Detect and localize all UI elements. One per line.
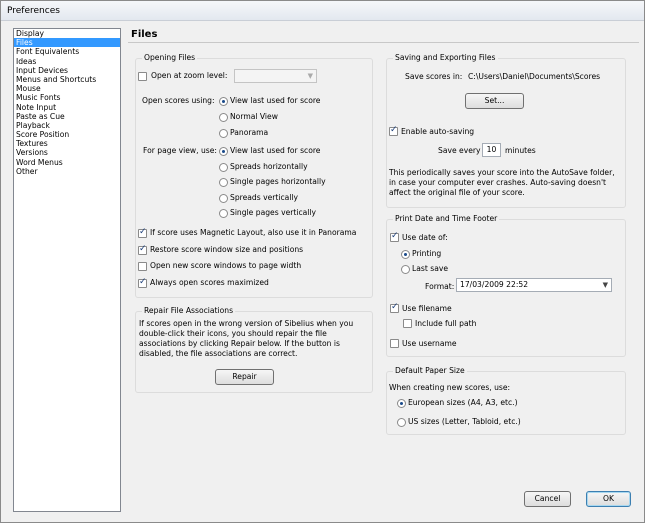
dropdown-arrow-icon: ▼ <box>307 72 313 80</box>
dropdown-arrow-icon: ▼ <box>602 281 608 289</box>
date-option-radio[interactable] <box>401 250 410 259</box>
repair-legend: Repair File Associations <box>142 306 236 315</box>
minutes-label: minutes <box>505 146 536 155</box>
page-view-option-label: Single pages vertically <box>230 208 317 217</box>
sidebar-item[interactable]: Music Fonts <box>14 93 120 102</box>
sidebar-item[interactable]: Versions <box>14 148 120 157</box>
opening-files-legend: Opening Files <box>142 53 198 62</box>
open-scores-option-label: Panorama <box>230 128 269 137</box>
sidebar-item[interactable]: Ideas <box>14 57 120 66</box>
opening-option-checkbox[interactable] <box>138 262 147 271</box>
use-date-label: Use date of: <box>402 233 448 242</box>
opening-option-label: Restore score window size and positions <box>150 244 304 254</box>
paper-size-option-label: European sizes (A4, A3, etc.) <box>408 398 518 407</box>
zoom-level-dropdown[interactable]: ▼ <box>234 69 317 83</box>
window-title: Preferences <box>7 6 60 16</box>
save-every-label: Save every <box>438 146 481 155</box>
sidebar-item[interactable]: Word Menus <box>14 158 120 167</box>
save-path-text: C:\Users\Daniel\Documents\Scores <box>468 72 601 81</box>
open-scores-option-radio[interactable] <box>219 97 228 106</box>
preferences-window: Preferences Display Files Font Equivalents… <box>0 0 645 523</box>
opening-option-checkbox[interactable] <box>138 277 147 288</box>
sidebar-item[interactable]: Score Position <box>14 130 120 139</box>
opening-option-checkbox[interactable] <box>138 244 147 255</box>
paper-size-prompt: When creating new scores, use: <box>389 383 511 392</box>
page-view-option-label: Single pages horizontally <box>230 177 326 186</box>
opening-option-label: Always open scores maximized <box>150 277 269 287</box>
opening-option-label: If score uses Magnetic Layout, also use … <box>150 228 357 237</box>
open-scores-using-label: Open scores using: <box>142 96 215 105</box>
use-username-label: Use username <box>402 339 457 348</box>
sidebar-item[interactable]: Input Devices <box>14 66 120 75</box>
opening-option-label: Open new score windows to page width <box>150 261 302 270</box>
page-view-option-radio[interactable] <box>219 193 228 203</box>
save-scores-label: Save scores in: <box>405 72 463 81</box>
open-at-zoom-label: Open at zoom level: <box>151 71 228 80</box>
paper-size-option-radio[interactable] <box>397 418 406 427</box>
page-view-option-label: Spreads horizontally <box>230 161 308 171</box>
paper-size-option-radio[interactable] <box>397 399 406 408</box>
date-option-radio[interactable] <box>401 265 410 274</box>
page-view-option-radio[interactable] <box>219 178 228 187</box>
page-view-label: For page view, use: <box>143 146 217 155</box>
use-date-checkbox[interactable] <box>390 231 399 242</box>
use-filename-checkbox[interactable] <box>390 302 399 313</box>
open-scores-option-label: View last used for score <box>230 96 321 105</box>
open-scores-option-radio[interactable] <box>219 113 228 122</box>
include-full-path-label: Include full path <box>415 319 477 328</box>
use-username-checkbox[interactable] <box>390 339 399 348</box>
print-footer-legend: Print Date and Time Footer <box>393 214 500 223</box>
date-format-value: 17/03/2009 22:52 <box>460 280 529 289</box>
date-format-dropdown[interactable]: 17/03/2009 22:52 ▼ <box>456 278 612 292</box>
title-bar[interactable]: Preferences <box>1 1 644 21</box>
opening-option-checkbox[interactable] <box>138 227 147 238</box>
sidebar-item[interactable]: Display <box>14 29 120 38</box>
heading-divider <box>128 42 639 43</box>
repair-button[interactable]: Repair <box>215 369 274 385</box>
sidebar-item[interactable]: Font Equivalents <box>14 47 120 56</box>
use-filename-label: Use filename <box>402 304 452 313</box>
sidebar-item[interactable]: Files <box>14 38 120 48</box>
set-button[interactable]: Set... <box>465 93 524 109</box>
page-view-option-radio[interactable] <box>219 147 228 156</box>
ok-button[interactable]: OK <box>586 491 631 507</box>
sidebar-item[interactable]: Mouse <box>14 84 120 93</box>
cancel-button[interactable]: Cancel <box>524 491 571 507</box>
category-list[interactable]: Display Files Font Equivalents Ideas Input D… <box>13 28 121 512</box>
paper-size-legend: Default Paper Size <box>393 366 467 375</box>
page-view-option-radio[interactable] <box>219 209 228 218</box>
page-view-option-radio[interactable] <box>219 162 228 172</box>
enable-auto-saving-checkbox[interactable] <box>389 125 398 136</box>
open-scores-option-radio[interactable] <box>219 129 228 138</box>
format-label: Format: <box>425 282 455 291</box>
sidebar-item[interactable]: Playback <box>14 121 120 130</box>
save-every-input[interactable]: 10 <box>482 143 501 157</box>
saving-legend: Saving and Exporting Files <box>393 53 498 62</box>
open-scores-option-label: Normal View <box>230 112 278 121</box>
date-option-label: Printing <box>412 249 442 258</box>
repair-description: If scores open in the wrong version of S… <box>139 319 354 358</box>
auto-saving-note: This periodically saves your score into … <box>389 168 615 197</box>
date-option-label: Last save <box>412 264 449 273</box>
sidebar-item[interactable]: Other <box>14 167 120 176</box>
page-view-option-label: View last used for score <box>230 146 321 155</box>
include-full-path-checkbox[interactable] <box>403 319 412 328</box>
page-view-option-label: Spreads vertically <box>230 192 299 202</box>
page-title: Files <box>131 29 158 40</box>
sidebar-item[interactable]: Paste as Cue <box>14 112 120 121</box>
sidebar-item[interactable]: Menus and Shortcuts <box>14 75 120 84</box>
sidebar-item[interactable]: Textures <box>14 139 120 148</box>
enable-auto-saving-label: Enable auto-saving <box>401 127 475 136</box>
paper-size-option-label: US sizes (Letter, Tabloid, etc.) <box>408 417 521 426</box>
sidebar-item[interactable]: Note Input <box>14 103 120 112</box>
open-at-zoom-checkbox[interactable] <box>138 72 147 81</box>
